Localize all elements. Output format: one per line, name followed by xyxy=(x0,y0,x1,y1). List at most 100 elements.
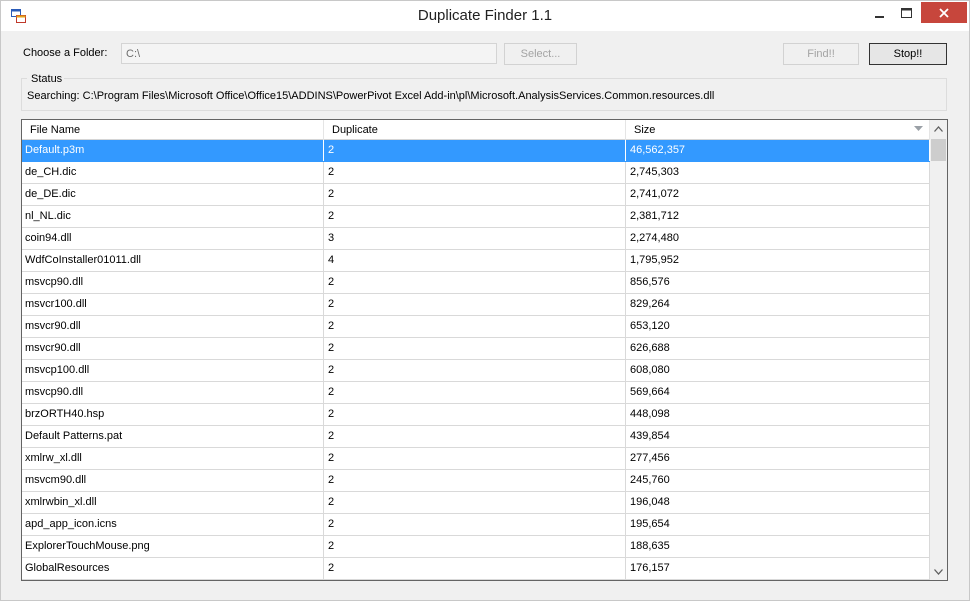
cell-size: 2,745,303 xyxy=(626,162,930,183)
cell-file-name: WdfCoInstaller01011.dll xyxy=(22,250,324,271)
cell-duplicate: 2 xyxy=(324,140,626,161)
maximize-icon xyxy=(900,7,912,18)
table-row[interactable]: nl_NL.dic 2 2,381,712 xyxy=(22,206,930,228)
cell-duplicate: 2 xyxy=(324,382,626,403)
cell-file-name: Default Patterns.pat xyxy=(22,426,324,447)
cell-duplicate: 4 xyxy=(324,250,626,271)
cell-duplicate: 2 xyxy=(324,558,626,579)
table-row[interactable]: xmlrwbin_xl.dll 2 196,048 xyxy=(22,492,930,514)
table-row[interactable]: msvcp90.dll 2 856,576 xyxy=(22,272,930,294)
cell-file-name: msvcr100.dll xyxy=(22,294,324,315)
table-row[interactable]: msvcr90.dll 2 653,120 xyxy=(22,316,930,338)
table-row[interactable]: msvcp100.dll 2 608,080 xyxy=(22,360,930,382)
folder-path-input[interactable] xyxy=(121,43,497,64)
cell-size: 196,048 xyxy=(626,492,930,513)
cell-size: 245,760 xyxy=(626,470,930,491)
cell-file-name: msvcr90.dll xyxy=(22,316,324,337)
column-header-size[interactable]: Size xyxy=(626,120,930,140)
cell-duplicate: 2 xyxy=(324,492,626,513)
cell-size: 856,576 xyxy=(626,272,930,293)
chevron-down-icon xyxy=(934,568,943,575)
table-row[interactable]: coin94.dll 3 2,274,480 xyxy=(22,228,930,250)
cell-file-name: brzORTH40.hsp xyxy=(22,404,324,425)
table-row[interactable]: xmlrw_xl.dll 2 277,456 xyxy=(22,448,930,470)
cell-size: 188,635 xyxy=(626,536,930,557)
maximize-button[interactable] xyxy=(893,2,919,23)
minimize-icon xyxy=(875,15,884,18)
sort-descending-icon xyxy=(914,126,923,131)
cell-file-name: de_DE.dic xyxy=(22,184,324,205)
vertical-scrollbar[interactable] xyxy=(930,120,947,580)
cell-duplicate: 2 xyxy=(324,470,626,491)
app-window: Duplicate Finder 1.1 Choose a Folder: Se… xyxy=(0,0,970,601)
table-row[interactable]: ExplorerTouchMouse.png 2 188,635 xyxy=(22,536,930,558)
cell-file-name: GlobalResources xyxy=(22,558,324,579)
cell-size: 2,274,480 xyxy=(626,228,930,249)
cell-file-name: msvcr90.dll xyxy=(22,338,324,359)
cell-file-name: xmlrw_xl.dll xyxy=(22,448,324,469)
cell-size: 626,688 xyxy=(626,338,930,359)
column-header-duplicate[interactable]: Duplicate xyxy=(324,120,626,140)
cell-size: 608,080 xyxy=(626,360,930,381)
cell-size: 569,664 xyxy=(626,382,930,403)
table-row[interactable]: Default Patterns.pat 2 439,854 xyxy=(22,426,930,448)
status-text: Searching: C:\Program Files\Microsoft Of… xyxy=(27,90,715,102)
close-button[interactable] xyxy=(921,2,967,23)
cell-size: 448,098 xyxy=(626,404,930,425)
table-row[interactable]: msvcm90.dll 2 245,760 xyxy=(22,470,930,492)
table-row[interactable]: de_CH.dic 2 2,745,303 xyxy=(22,162,930,184)
results-grid[interactable]: File Name Duplicate Size Default.p3m 2 46,… xyxy=(21,119,948,581)
table-row[interactable]: msvcp90.dll 2 569,664 xyxy=(22,382,930,404)
minimize-button[interactable] xyxy=(867,2,893,23)
folder-label: Choose a Folder: xyxy=(23,47,108,59)
column-header-file-name[interactable]: File Name xyxy=(22,120,324,140)
table-row[interactable]: brzORTH40.hsp 2 448,098 xyxy=(22,404,930,426)
table-row[interactable]: de_DE.dic 2 2,741,072 xyxy=(22,184,930,206)
cell-size: 46,562,357 xyxy=(626,140,930,161)
cell-duplicate: 2 xyxy=(324,448,626,469)
scroll-up-button[interactable] xyxy=(930,120,947,137)
cell-size: 829,264 xyxy=(626,294,930,315)
table-row[interactable]: apd_app_icon.icns 2 195,654 xyxy=(22,514,930,536)
cell-size: 439,854 xyxy=(626,426,930,447)
cell-file-name: de_CH.dic xyxy=(22,162,324,183)
title-bar[interactable]: Duplicate Finder 1.1 xyxy=(1,1,969,31)
table-row[interactable]: Default.p3m 2 46,562,357 xyxy=(22,140,930,162)
cell-duplicate: 2 xyxy=(324,206,626,227)
stop-button[interactable]: Stop!! xyxy=(869,43,947,65)
cell-duplicate: 2 xyxy=(324,338,626,359)
cell-duplicate: 3 xyxy=(324,228,626,249)
cell-file-name: msvcm90.dll xyxy=(22,470,324,491)
cell-duplicate: 2 xyxy=(324,514,626,535)
find-button[interactable]: Find!! xyxy=(783,43,859,65)
table-row[interactable] xyxy=(22,580,930,581)
scroll-down-button[interactable] xyxy=(930,563,947,580)
cell-file-name xyxy=(22,580,324,581)
cell-duplicate: 2 xyxy=(324,360,626,381)
cell-size: 2,381,712 xyxy=(626,206,930,227)
table-row[interactable]: GlobalResources 2 176,157 xyxy=(22,558,930,580)
table-row[interactable]: msvcr90.dll 2 626,688 xyxy=(22,338,930,360)
cell-duplicate: 2 xyxy=(324,536,626,557)
scrollbar-thumb[interactable] xyxy=(931,139,946,161)
table-row[interactable]: msvcr100.dll 2 829,264 xyxy=(22,294,930,316)
cell-file-name: ExplorerTouchMouse.png xyxy=(22,536,324,557)
cell-file-name: Default.p3m xyxy=(22,140,324,161)
cell-file-name: apd_app_icon.icns xyxy=(22,514,324,535)
cell-duplicate: 2 xyxy=(324,316,626,337)
cell-file-name: xmlrwbin_xl.dll xyxy=(22,492,324,513)
cell-duplicate: 2 xyxy=(324,426,626,447)
grid-header: File Name Duplicate Size xyxy=(22,120,930,140)
window-title: Duplicate Finder 1.1 xyxy=(417,7,553,24)
cell-duplicate xyxy=(324,580,626,581)
cell-size: 653,120 xyxy=(626,316,930,337)
cell-size: 176,157 xyxy=(626,558,930,579)
cell-file-name: nl_NL.dic xyxy=(22,206,324,227)
cell-size: 195,654 xyxy=(626,514,930,535)
table-row[interactable]: WdfCoInstaller01011.dll 4 1,795,952 xyxy=(22,250,930,272)
cell-size: 277,456 xyxy=(626,448,930,469)
cell-duplicate: 2 xyxy=(324,184,626,205)
select-folder-button[interactable]: Select... xyxy=(504,43,577,65)
cell-file-name: coin94.dll xyxy=(22,228,324,249)
status-legend: Status xyxy=(31,73,63,85)
